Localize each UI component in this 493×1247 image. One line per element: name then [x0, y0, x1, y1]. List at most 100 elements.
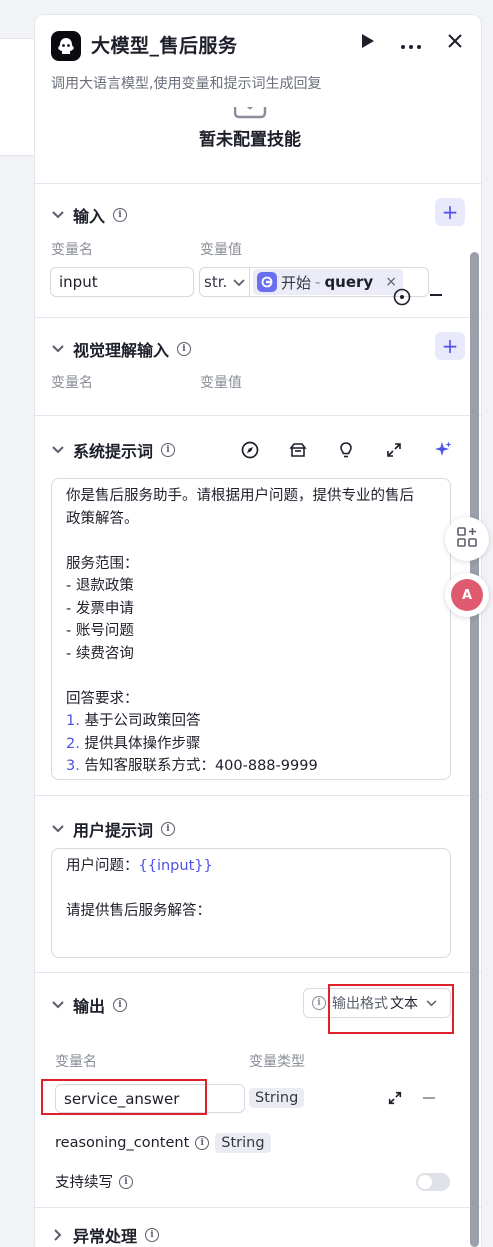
chevron-down-icon: [51, 822, 65, 836]
header-actions: [361, 33, 463, 53]
info-icon[interactable]: i: [145, 1228, 160, 1242]
vision-section-header[interactable]: 视觉理解输入 i: [51, 337, 192, 361]
system-prompt-numbered-line: 2. 提供具体操作步骤: [66, 733, 436, 756]
bulb-icon[interactable]: [337, 441, 355, 463]
system-prompt-header[interactable]: 系统提示词 i: [51, 438, 176, 462]
continue-label: 支持续写: [55, 1175, 113, 1191]
system-prompt-section: 系统提示词 i 你是售后服务助手。请根据用户问题，提供专业的售后 政策解答。服务范…: [35, 415, 481, 795]
system-prompt-line: 你是售后服务助手。请根据用户问题，提供专业的售后: [66, 488, 414, 504]
variable-token: {{input}}: [138, 858, 213, 874]
reference-field: query: [324, 273, 374, 291]
input-var-name-field[interactable]: input: [50, 267, 194, 297]
system-prompt-line: - 续费咨询: [66, 645, 134, 662]
system-prompt-editor[interactable]: 你是售后服务助手。请根据用户问题，提供专业的售后 政策解答。服务范围： - 退款政策…: [51, 478, 451, 780]
ai-sparkle-icon[interactable]: [433, 440, 453, 464]
col-label-type: 变量类型: [249, 1054, 305, 1070]
info-icon: i: [312, 996, 326, 1010]
list-text: 告知客服联系方式：400-888-9999: [79, 758, 318, 774]
info-icon[interactable]: i: [161, 443, 176, 457]
expand-icon[interactable]: [387, 1090, 403, 1110]
reference-source: 开始: [281, 273, 312, 292]
exception-section-header[interactable]: 异常处理 i: [51, 1223, 160, 1247]
panel-content: 暂未配置技能 输入 i + 变量名 变量值 input str. 开始 - qu…: [35, 15, 481, 1247]
chevron-down-icon: [51, 342, 65, 356]
reasoning-type-tag: String: [215, 1133, 271, 1153]
reference-separator: -: [315, 273, 321, 291]
apps-float-button[interactable]: [445, 517, 489, 561]
run-icon[interactable]: [361, 33, 375, 53]
list-number: 1.: [66, 713, 80, 729]
col-label-name: 变量名: [51, 375, 93, 391]
info-icon[interactable]: i: [177, 342, 192, 356]
info-icon[interactable]: i: [195, 1136, 210, 1150]
list-text: 提供具体操作步骤: [79, 735, 201, 752]
node-config-panel: 暂未配置技能 输入 i + 变量名 变量值 input str. 开始 - qu…: [34, 14, 482, 1247]
system-prompt-numbered-line: 1. 基于公司政策回答: [66, 710, 436, 733]
highlight-box-format: [328, 984, 454, 1034]
input-section-header[interactable]: 输入 i: [51, 203, 128, 227]
panel-scrollbar[interactable]: [470, 252, 479, 1247]
info-icon[interactable]: i: [161, 822, 176, 836]
chevron-down-icon: [233, 273, 245, 291]
start-node-icon: [257, 272, 277, 292]
user-prompt-header[interactable]: 用户提示词 i: [51, 817, 176, 841]
library-icon[interactable]: [289, 441, 307, 463]
type-select-value: str.: [204, 273, 228, 291]
node-description: 调用大语言模型,使用变量和提示词生成回复: [51, 76, 322, 92]
llm-node-icon: [51, 31, 81, 61]
output-section: 输出 i i 输出格式 文本 变量名 变量类型 service_answer S…: [35, 972, 481, 1194]
translate-float-button[interactable]: A: [445, 573, 489, 617]
user-prompt-title: 用户提示词: [73, 821, 154, 840]
reasoning-row: reasoning_content i String: [55, 1133, 271, 1153]
input-var-name-value: input: [59, 273, 98, 291]
more-icon[interactable]: [401, 34, 421, 53]
info-icon[interactable]: i: [113, 208, 128, 222]
list-number: 3.: [66, 758, 80, 774]
vision-section-title: 视觉理解输入: [73, 341, 170, 360]
output-type-tag: String: [249, 1088, 305, 1108]
continue-row: 支持续写 i: [55, 1171, 133, 1192]
expand-icon[interactable]: [385, 441, 403, 463]
close-icon[interactable]: [447, 33, 463, 53]
translate-icon: A: [451, 579, 483, 611]
input-section: 输入 i + 变量名 变量值 input str. 开始 - query ×: [35, 183, 481, 317]
info-icon[interactable]: i: [119, 1174, 133, 1189]
col-label-name: 变量名: [51, 242, 93, 258]
chevron-down-icon: [51, 998, 65, 1012]
highlight-box-varname: [41, 1079, 207, 1115]
exception-section-title: 异常处理: [73, 1227, 138, 1246]
remove-output-button[interactable]: [423, 1097, 435, 1099]
node-title[interactable]: 大模型_售后服务: [91, 31, 238, 58]
system-prompt-line: 服务范围：: [66, 555, 139, 572]
panel-header: 大模型_售后服务 调用大语言模型,使用变量和提示词生成回复: [35, 15, 481, 107]
system-prompt-line: - 发票申请: [66, 600, 134, 617]
info-icon[interactable]: i: [113, 998, 128, 1012]
system-prompt-numbered-line: 3. 告知客服联系方式：400-888-9999: [66, 755, 436, 778]
compass-icon[interactable]: [241, 441, 259, 463]
user-prompt-editor[interactable]: 用户问题：{{input}} 请提供售后服务解答：: [51, 848, 451, 958]
continue-toggle[interactable]: [416, 1173, 450, 1191]
system-prompt-line: - 退款政策: [66, 578, 134, 594]
user-prompt-line: 请提供售后服务解答：: [66, 903, 211, 919]
skills-empty-label: 暂未配置技能: [199, 130, 301, 150]
chevron-down-icon: [51, 443, 65, 457]
system-prompt-line: [66, 665, 436, 688]
add-vision-input-button[interactable]: +: [435, 332, 465, 360]
remove-row-button[interactable]: [430, 294, 442, 296]
target-icon[interactable]: [393, 288, 411, 306]
reasoning-name: reasoning_content: [55, 1135, 190, 1151]
type-select[interactable]: str.: [204, 268, 251, 296]
reference-tag[interactable]: 开始 - query ×: [253, 269, 403, 295]
system-prompt-line: - 账号问题: [66, 623, 134, 639]
system-prompt-title: 系统提示词: [73, 442, 154, 461]
chevron-right-icon: [51, 1228, 65, 1242]
system-prompt-line: 政策解答。: [66, 510, 139, 527]
col-label-value: 变量值: [200, 242, 242, 258]
vision-input-section: 视觉理解输入 i + 变量名 变量值: [35, 317, 481, 415]
toggle-knob: [418, 1175, 432, 1189]
user-prompt-prefix: 用户问题：: [66, 858, 139, 874]
list-text: 基于公司政策回答: [79, 713, 201, 729]
output-section-header[interactable]: 输出 i: [51, 993, 128, 1017]
add-input-button[interactable]: +: [435, 198, 465, 226]
exception-section: 异常处理 i: [35, 1207, 481, 1247]
